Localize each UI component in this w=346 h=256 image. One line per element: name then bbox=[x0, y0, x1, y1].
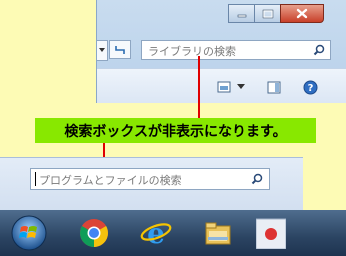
program-search-input[interactable]: プログラムとファイルの検索 bbox=[30, 168, 270, 190]
chevron-down-icon bbox=[237, 84, 245, 89]
explorer-toolbar: ? bbox=[97, 68, 346, 103]
chrome-taskbar-button[interactable] bbox=[75, 214, 113, 252]
help-button[interactable]: ? bbox=[303, 80, 318, 94]
svg-text:?: ? bbox=[308, 83, 314, 94]
file-explorer-icon bbox=[205, 222, 231, 245]
callout-label: 検索ボックスが非表示になります。 bbox=[35, 118, 316, 143]
close-button[interactable] bbox=[280, 4, 324, 23]
preview-pane-button[interactable] bbox=[267, 80, 281, 94]
internet-explorer-icon: e bbox=[140, 217, 172, 249]
view-options-button[interactable] bbox=[217, 80, 231, 94]
address-dropdown-button[interactable] bbox=[97, 40, 108, 61]
help-icon: ? bbox=[303, 80, 318, 94]
maximize-button[interactable] bbox=[254, 4, 281, 23]
minimize-button[interactable] bbox=[228, 4, 255, 23]
address-row: ライブラリの検索 bbox=[97, 36, 346, 64]
chrome-icon bbox=[80, 219, 108, 247]
view-dropdown-button[interactable] bbox=[237, 80, 245, 94]
search-icon bbox=[251, 173, 263, 185]
maximize-icon bbox=[262, 9, 273, 18]
taskbar: e bbox=[0, 210, 346, 256]
explorer-window: ライブラリの検索 ? bbox=[96, 0, 346, 103]
minimize-icon bbox=[237, 14, 246, 17]
search-placeholder: プログラムとファイルの検索 bbox=[39, 174, 182, 187]
start-menu-panel: プログラムとファイルの検索 bbox=[0, 157, 303, 211]
start-button[interactable] bbox=[10, 214, 48, 252]
windows-start-icon bbox=[11, 215, 47, 251]
media-taskbar-button[interactable] bbox=[256, 214, 286, 252]
close-icon bbox=[296, 8, 308, 19]
text-caret bbox=[35, 172, 36, 186]
media-icon bbox=[256, 218, 286, 249]
refresh-icon bbox=[115, 45, 125, 54]
caption-buttons bbox=[228, 4, 324, 24]
file-explorer-taskbar-button[interactable] bbox=[199, 214, 237, 252]
refresh-button[interactable] bbox=[109, 40, 131, 59]
internet-explorer-taskbar-button[interactable]: e bbox=[137, 214, 175, 252]
library-search-input[interactable]: ライブラリの検索 bbox=[141, 40, 331, 60]
svg-text:e: e bbox=[147, 217, 165, 249]
view-icon bbox=[217, 81, 231, 93]
search-placeholder: ライブラリの検索 bbox=[148, 45, 236, 58]
chevron-down-icon bbox=[99, 48, 105, 52]
preview-pane-icon bbox=[267, 81, 281, 93]
leader-line-top bbox=[198, 56, 200, 118]
search-icon bbox=[313, 44, 325, 56]
